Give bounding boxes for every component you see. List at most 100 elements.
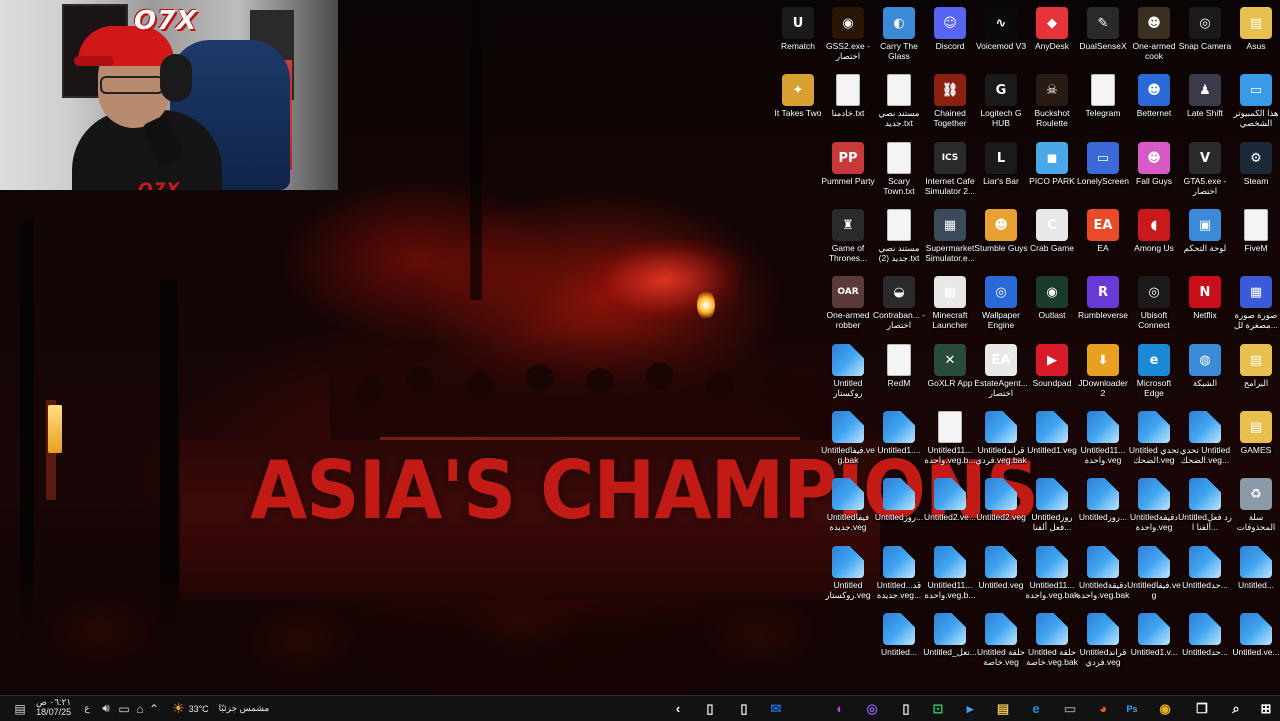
desktop-icon[interactable]: Untitledدقيقة واحدة.veg: [1129, 476, 1179, 540]
desktop-icon[interactable]: V GTA5.exe - اختصار: [1180, 140, 1230, 204]
xbox-icon[interactable]: ⊡: [928, 699, 948, 718]
desktop-icon[interactable]: ☻ Betternet: [1129, 72, 1179, 136]
outlook-icon[interactable]: ✉: [766, 699, 786, 718]
weather-widget[interactable]: ☀︎ 33°C مشمس جزئيًا: [172, 699, 272, 718]
desktop-icon[interactable]: ◆ AnyDesk: [1027, 5, 1077, 69]
desktop-icon[interactable]: G Logitech G HUB: [976, 72, 1026, 136]
desktop-icon[interactable]: FiveM: [1231, 207, 1280, 271]
desktop-icon[interactable]: ▶ Soundpad: [1027, 342, 1077, 406]
input-language[interactable]: ع: [82, 699, 92, 718]
volume-icon[interactable]: 🔊︎: [96, 699, 116, 718]
desktop-icon[interactable]: Untitledروز فعل ألفنا...: [1027, 476, 1077, 540]
search-icon[interactable]: ⌕: [1226, 699, 1246, 718]
desktop-icon[interactable]: Untitled حلقة خاصة.veg.bak: [1026, 611, 1078, 675]
desktop-icon[interactable]: ▭ LonelyScreen: [1077, 140, 1129, 204]
desktop-icon[interactable]: ▦ صورة صورة مصغرة لل...: [1231, 274, 1280, 338]
photoshop-icon[interactable]: Ps: [1122, 699, 1142, 718]
desktop-icon[interactable]: ⚙ Steam: [1231, 140, 1280, 204]
desktop-icon[interactable]: Untitled1.v...: [1129, 611, 1179, 675]
desktop-icon[interactable]: ∿ Voicemod V3: [976, 5, 1026, 69]
desktop-icon[interactable]: EA EA: [1078, 207, 1128, 271]
edge-taskbar-icon[interactable]: e: [1026, 699, 1046, 718]
vegas-taskbar-icon[interactable]: ▸: [960, 699, 980, 718]
desktop-icon[interactable]: ◎ Snap Camera: [1179, 5, 1231, 69]
desktop-icon[interactable]: ⬇ JDownloader 2: [1078, 342, 1128, 406]
desktop-icon[interactable]: ✎ DualSenseX: [1078, 5, 1128, 69]
document-icon[interactable]: ▯: [734, 699, 754, 718]
desktop-icon[interactable]: Untitled2.ve...: [924, 476, 976, 540]
desktop-icon[interactable]: ◐ Carry The Glass: [874, 5, 924, 69]
show-desktop-button[interactable]: ▤: [10, 699, 30, 718]
desktop-icon[interactable]: R Rumbleverse: [1078, 274, 1128, 338]
desktop-icon[interactable]: Untitled.veg: [976, 544, 1026, 608]
desktop-icon[interactable]: Untitledفيفا.veg: [1127, 544, 1181, 608]
windows-start-icon[interactable]: ⊞: [1256, 699, 1276, 718]
desktop-icon[interactable]: ▣ لوحة التحكم: [1180, 207, 1230, 271]
desktop-icon[interactable]: Untitled11... واحدة.veg.b...: [925, 544, 975, 608]
desktop-icon[interactable]: U Rematch: [773, 5, 823, 69]
desktop-icon[interactable]: ✕ GoXLR App: [925, 342, 975, 406]
desktop-icon[interactable]: ☻ One-armed cook: [1129, 5, 1179, 69]
file-explorer-icon[interactable]: ▤: [993, 699, 1013, 718]
terminal-icon[interactable]: ▭: [1060, 699, 1080, 718]
desktop-icon[interactable]: Untitled11... واحدة.veg: [1078, 409, 1128, 473]
desktop-icon[interactable]: Scary Town.txt: [874, 140, 924, 204]
desktop-icon[interactable]: ♜ Game of Thrones...: [823, 207, 873, 271]
desktop-icon[interactable]: Untitledرد فعل ألفنا ا...: [1178, 476, 1232, 540]
desktop-icon[interactable]: N Netflix: [1180, 274, 1230, 338]
desktop-icon[interactable]: ☻ Fall Guys: [1129, 140, 1179, 204]
desktop-icon[interactable]: Untitled...: [874, 611, 924, 675]
desktop-icon[interactable]: Untitled تحدي الضحك.veg: [1129, 409, 1179, 473]
desktop-icon[interactable]: ♟ Late Shift: [1180, 72, 1230, 136]
desktop-icon[interactable]: ◎ Wallpaper Engine: [976, 274, 1026, 338]
desktop-icon[interactable]: خادمنا.txt: [823, 72, 873, 136]
desktop-icon[interactable]: ✦ It Takes Two: [773, 72, 823, 136]
desktop-icon[interactable]: Untitledدقيقة واحدة.veg.bak: [1077, 544, 1129, 608]
chrome-icon[interactable]: ◉: [1155, 699, 1175, 718]
desktop-icon[interactable]: ◎ Ubisoft Connect: [1129, 274, 1179, 338]
desktop-icon[interactable]: مستند نصي جديد (2).txt: [874, 207, 924, 271]
desktop-icon[interactable]: ⛓ Chained Together: [925, 72, 975, 136]
clock[interactable]: ٠٦:٢١ ص 18/07/25: [36, 697, 71, 717]
desktop-icon[interactable]: Telegram: [1078, 72, 1128, 136]
desktop-icon[interactable]: ◒ Contraban... - اختصار: [873, 274, 925, 338]
show-hidden-icons[interactable]: ⌃: [144, 699, 164, 718]
desktop-icon[interactable]: Untitledحد...: [1180, 611, 1230, 675]
desktop-icon[interactable]: Untitledحد...: [1180, 544, 1230, 608]
desktop-icon[interactable]: تحدي Untitled الضحك.veg...: [1180, 409, 1230, 473]
desktop-icon[interactable]: ▤ GAMES: [1231, 409, 1280, 473]
obs-icon[interactable]: ◎: [862, 699, 882, 718]
desktop-icon[interactable]: Untitled11... واحدة.veg.b...: [925, 409, 975, 473]
desktop-icon[interactable]: EA EstateAgent... اختصار: [974, 342, 1028, 406]
desktop-icon[interactable]: Untitled_تعل...: [923, 611, 977, 675]
desktop-icon[interactable]: ◉ GSS2.exe - اختصار: [823, 5, 873, 69]
desktop-icon[interactable]: Untitledقراند فردي.veg: [1078, 611, 1128, 675]
desktop-icon[interactable]: ♻ سلة المحذوفات: [1231, 476, 1280, 540]
desktop-icon[interactable]: ▤ البرامج: [1231, 342, 1280, 406]
desktop-icon[interactable]: ◍ الشبكة: [1180, 342, 1230, 406]
desktop-icon[interactable]: ◼ PICO PARK: [1027, 140, 1077, 204]
notepad-icon[interactable]: ▯: [896, 699, 916, 718]
firefox-icon[interactable]: ◕: [1093, 699, 1113, 718]
desktop-icon[interactable]: Untitled روكستار: [823, 342, 873, 406]
desktop-icon[interactable]: Untitledقد... جديدة.veg...: [874, 544, 924, 608]
desktop-icon[interactable]: Untitled.ve...: [1231, 611, 1280, 675]
desktop-icon[interactable]: Untitled...: [1231, 544, 1280, 608]
back-icon[interactable]: ‹: [668, 699, 688, 718]
desktop-icon[interactable]: Untitledفيفا جديدة.veg: [823, 476, 873, 540]
desktop-icon[interactable]: Untitled حلقة خاصة.veg: [976, 611, 1026, 675]
desktop-icon[interactable]: ☺ Discord: [925, 5, 975, 69]
document2-icon[interactable]: ▯: [700, 699, 720, 718]
desktop-icon[interactable]: ▤ Asus: [1231, 5, 1280, 69]
desktop-icon[interactable]: Untitled روكستار.veg: [823, 544, 873, 608]
desktop-icon[interactable]: ☻ Stumble Guys: [974, 207, 1028, 271]
desktop-icon[interactable]: ICS Internet Cafe Simulator 2...: [925, 140, 975, 204]
task-view-icon[interactable]: ❐: [1192, 699, 1212, 718]
desktop-icon[interactable]: OAR One-armed robber: [823, 274, 873, 338]
desktop-icon[interactable]: Untitled2.veg: [976, 476, 1026, 540]
desktop-icon[interactable]: C Crab Game: [1027, 207, 1077, 271]
desktop-icon[interactable]: Untitled1.veg: [1027, 409, 1077, 473]
desktop-icon[interactable]: ▩ Minecraft Launcher: [925, 274, 975, 338]
desktop-icon[interactable]: PP Pummel Party: [821, 140, 875, 204]
desktop-icon[interactable]: ◖ Among Us: [1129, 207, 1179, 271]
